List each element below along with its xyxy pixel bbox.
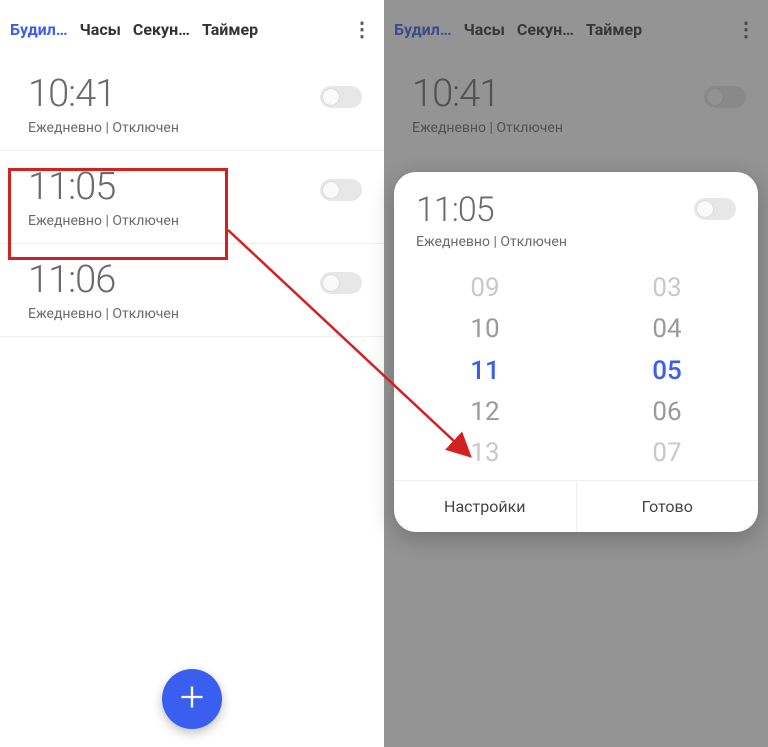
alarm-row[interactable]: 10:41 Ежедневно | Отключен [0, 58, 384, 151]
tab-stopwatch[interactable]: Секун… [133, 20, 190, 39]
wheel-value: 07 [576, 433, 758, 474]
wheel-value-selected: 05 [576, 351, 758, 392]
tab-alarm[interactable]: Будил… [10, 20, 68, 39]
wheel-value: 06 [576, 392, 758, 433]
time-wheels: 09 10 11 12 13 03 04 05 06 07 [394, 262, 758, 480]
screen-alarm-list: Будил… Часы Секун… Таймер ⋮ 10:41 Ежедне… [0, 0, 384, 747]
alarm-sub: Ежедневно | Отключен [28, 306, 356, 322]
wheel-value-selected: 11 [394, 351, 576, 392]
sheet-actions: Настройки Готово [394, 480, 758, 532]
more-menu-icon[interactable]: ⋮ [350, 17, 374, 41]
settings-button[interactable]: Настройки [394, 481, 576, 532]
wheel-value: 10 [394, 309, 576, 350]
add-alarm-button[interactable] [162, 669, 222, 729]
wheel-value: 09 [394, 268, 576, 309]
alarm-sub: Ежедневно | Отключен [28, 213, 356, 229]
wheel-value: 13 [394, 433, 576, 474]
tab-bar: Будил… Часы Секун… Таймер ⋮ [0, 0, 384, 58]
done-button[interactable]: Готово [576, 481, 759, 532]
alarm-time: 11:05 [28, 165, 356, 209]
alarm-time: 11:06 [28, 258, 356, 302]
alarm-row[interactable]: 11:06 Ежедневно | Отключен [0, 244, 384, 337]
minute-wheel[interactable]: 03 04 05 06 07 [576, 268, 758, 474]
wheel-value: 03 [576, 268, 758, 309]
alarm-toggle[interactable] [320, 179, 362, 201]
alarm-sub: Ежедневно | Отключен [28, 120, 356, 136]
plus-icon [178, 683, 206, 715]
tab-clock[interactable]: Часы [80, 20, 121, 39]
alarm-time: 10:41 [28, 72, 356, 116]
wheel-value: 04 [576, 309, 758, 350]
wheel-value: 12 [394, 392, 576, 433]
sheet-sub: Ежедневно | Отключен [416, 234, 736, 250]
tab-timer[interactable]: Таймер [202, 20, 258, 39]
sheet-toggle[interactable] [694, 198, 736, 220]
alarm-row[interactable]: 11:05 Ежедневно | Отключен [0, 151, 384, 244]
alarm-toggle[interactable] [320, 86, 362, 108]
sheet-time: 11:05 [416, 190, 736, 230]
hour-wheel[interactable]: 09 10 11 12 13 [394, 268, 576, 474]
alarm-toggle[interactable] [320, 272, 362, 294]
time-picker-sheet: 11:05 Ежедневно | Отключен 09 10 11 12 1… [394, 172, 758, 532]
screen-alarm-edit: Будил… Часы Секун… Таймер ⋮ 10:41 Ежедне… [384, 0, 768, 747]
sheet-header: 11:05 Ежедневно | Отключен [394, 172, 758, 262]
